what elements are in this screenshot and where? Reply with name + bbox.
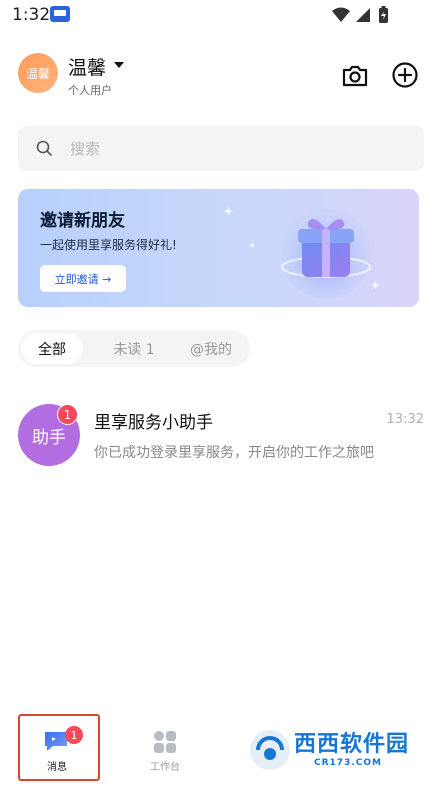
tab-all[interactable]: 全部: [21, 333, 83, 364]
watermark-icon: [250, 730, 290, 770]
nav-item-workbench[interactable]: 工作台: [125, 712, 205, 782]
gift-icon: [281, 209, 371, 299]
bottom-nav: 1 消息 工作台 西西软件园 CR173.COM: [0, 712, 442, 786]
tab-unread[interactable]: 未读 1: [95, 333, 173, 364]
tab-mentions[interactable]: @我的: [178, 333, 244, 364]
watermark-sub: CR173.COM: [314, 758, 382, 768]
list-item[interactable]: 助手 1 里享服务小助手 13:32 你已成功登录里享服务，开启你的工作之旅吧: [0, 396, 442, 472]
username[interactable]: 温馨: [68, 53, 106, 80]
unread-badge: 1: [57, 404, 78, 425]
sparkle-icon: ✦: [223, 205, 234, 220]
status-icons: [332, 6, 388, 23]
banner-title: 邀请新朋友: [40, 211, 125, 231]
nav-item-messages[interactable]: 1 消息: [17, 712, 97, 782]
conversation-time: 13:32: [386, 412, 424, 427]
filter-tabs: 全部 未读 1 @我的: [18, 330, 250, 367]
banner-subtitle: 一起使用里享服务得好礼!: [40, 238, 177, 252]
nav-label-messages: 消息: [47, 762, 67, 773]
status-bar: 1:32: [0, 0, 442, 32]
conversation-name: 里享服务小助手: [94, 413, 213, 433]
camera-icon[interactable]: [341, 61, 369, 89]
search-input[interactable]: [70, 126, 410, 171]
invite-banner[interactable]: 邀请新朋友 一起使用里享服务得好礼! 立即邀请 → ✦ ✦ ✦: [18, 189, 419, 307]
notification-icon: [50, 6, 70, 22]
sparkle-icon: ✦: [248, 241, 257, 252]
chevron-down-icon[interactable]: [114, 62, 124, 68]
add-icon[interactable]: [391, 61, 419, 89]
nav-label-workbench: 工作台: [150, 762, 180, 773]
watermark-text: 西西软件园: [294, 732, 410, 757]
search-bar[interactable]: [18, 126, 424, 171]
watermark-logo: 西西软件园 CR173.COM: [244, 722, 440, 782]
signal-icon: [356, 8, 370, 22]
battery-icon: [379, 6, 388, 23]
nav-badge: 1: [65, 726, 83, 744]
search-icon: [36, 140, 52, 156]
conversation-preview: 你已成功登录里享服务，开启你的工作之旅吧: [94, 445, 374, 461]
invite-now-button[interactable]: 立即邀请 →: [40, 265, 126, 292]
grid-icon: [154, 731, 176, 753]
user-avatar[interactable]: 温馨: [18, 53, 58, 93]
user-type-label: 个人用户: [68, 84, 112, 97]
status-time: 1:32: [12, 5, 51, 25]
wifi-icon: [332, 7, 350, 22]
